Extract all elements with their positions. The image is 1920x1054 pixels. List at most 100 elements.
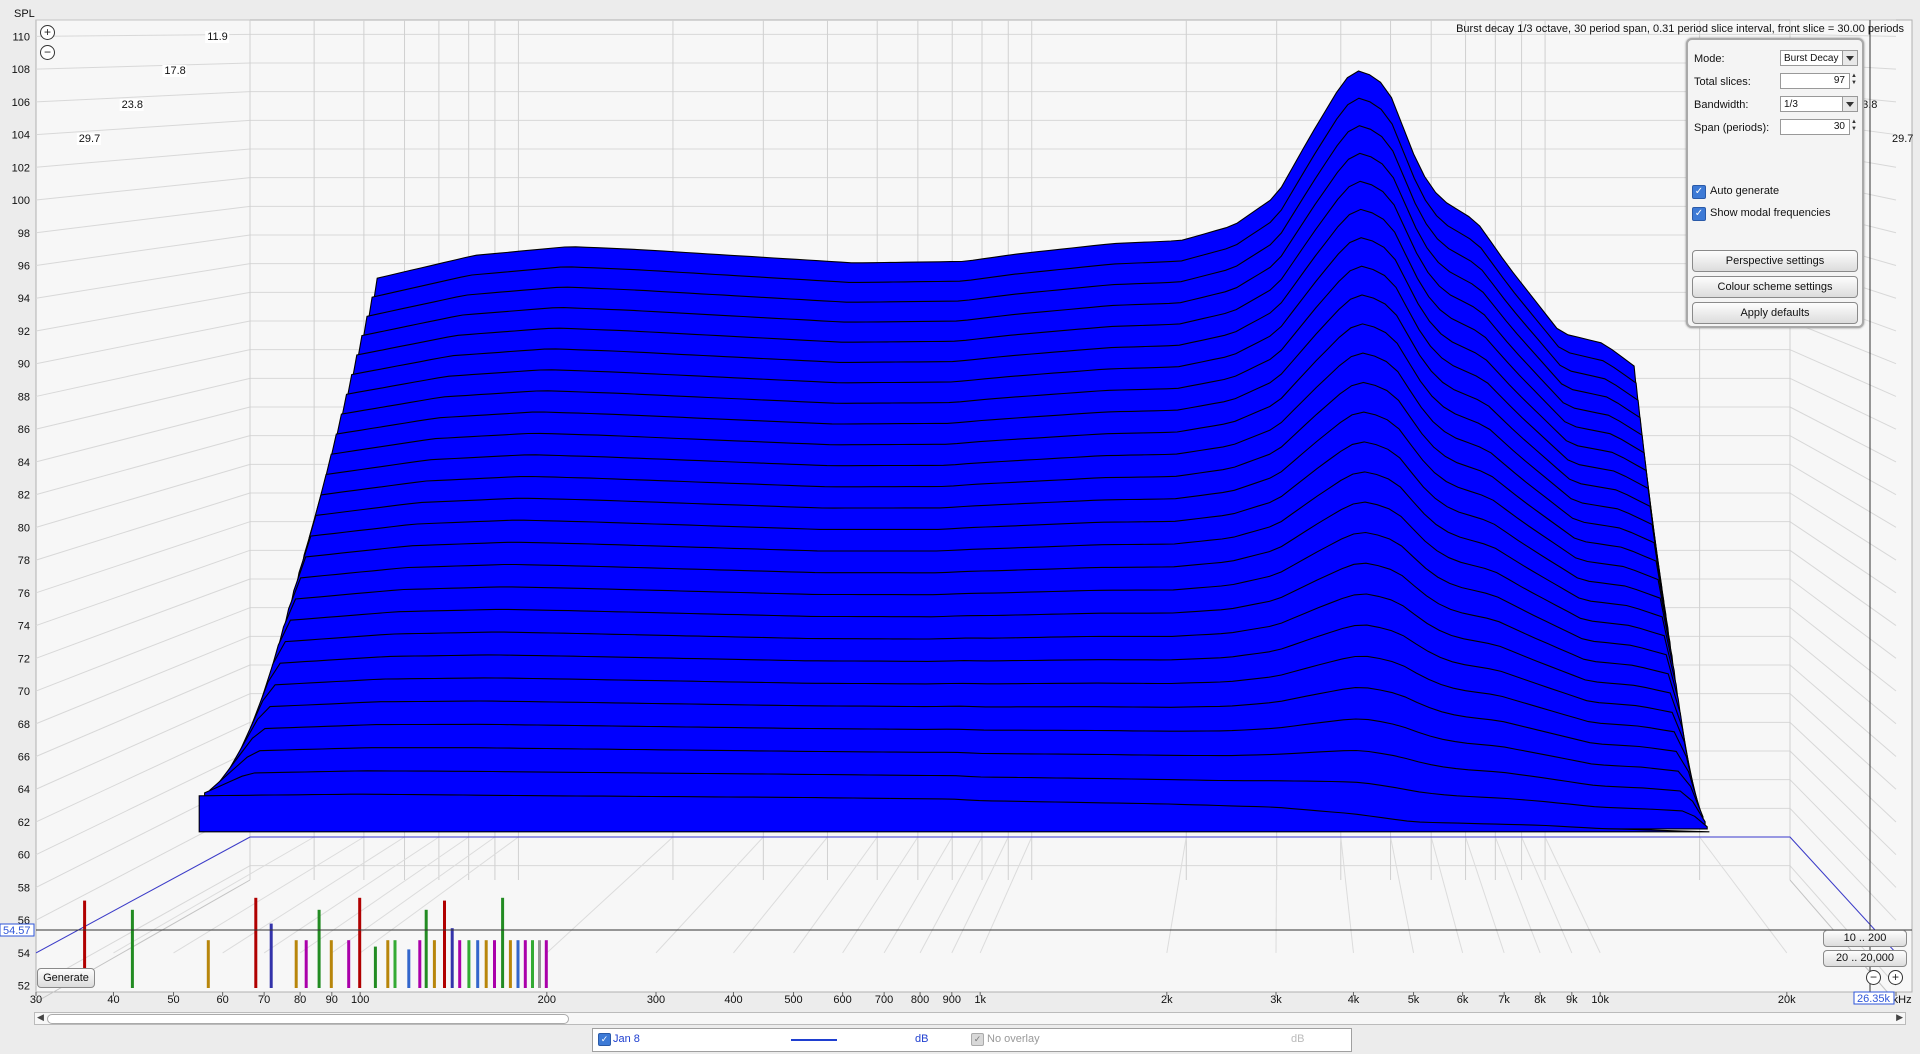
chevron-down-icon[interactable] — [1842, 51, 1857, 65]
x-tick-label: 10k — [1591, 994, 1609, 1006]
checkmark-icon[interactable]: ✓ — [1692, 207, 1706, 221]
y-tick-label: 76 — [18, 588, 30, 600]
x-tick-label: 70 — [258, 994, 270, 1006]
zoom-out-icon[interactable]: − — [40, 45, 55, 60]
y-tick-label: 102 — [12, 162, 30, 174]
modal-frequency-bar — [358, 897, 362, 988]
y-tick-label: 104 — [12, 130, 30, 142]
scrollbar-thumb[interactable] — [47, 1014, 569, 1024]
x-tick-label: 40 — [107, 994, 119, 1006]
apply-defaults-button[interactable]: Apply defaults — [1692, 302, 1858, 324]
bandwidth-label: Bandwidth: — [1694, 99, 1749, 111]
span-value[interactable]: 30 — [1780, 119, 1850, 135]
generate-button[interactable]: Generate — [37, 968, 95, 988]
modal-frequency-bar — [393, 940, 397, 988]
range-20-20000-button[interactable]: 20 .. 20,000 — [1823, 950, 1907, 967]
span-row: Span (periods): 30 ▲ ▼ — [1692, 119, 1858, 137]
slices-row: Total slices: 97 ▲ ▼ — [1692, 73, 1858, 91]
modal-frequency-bar — [531, 940, 534, 988]
span-label: Span (periods): — [1694, 122, 1770, 134]
y-tick-label: 108 — [12, 64, 30, 76]
y-tick-label: 90 — [18, 359, 30, 371]
freq-zoom-in-icon[interactable]: + — [1888, 970, 1903, 985]
modal-frequency-bar — [443, 900, 446, 988]
modal-frequency-bar — [130, 909, 134, 988]
bandwidth-row: Bandwidth: 1/3 — [1692, 96, 1858, 114]
zoom-in-icon[interactable]: + — [40, 25, 55, 40]
cursor-freq-readout: 26.35k — [1857, 993, 1891, 1005]
slices-stepper[interactable]: 97 ▲ ▼ — [1780, 73, 1858, 89]
chevron-down-icon[interactable] — [1842, 97, 1857, 111]
y-axis-title: SPL — [14, 8, 35, 20]
modal-frequency-bar — [206, 940, 210, 988]
x-tick-label: 500 — [784, 994, 802, 1006]
legend-bar: ✓ Jan 8 dB ✓ No overlay dB — [592, 1028, 1352, 1052]
scroll-right-icon[interactable]: ▶ — [1896, 1012, 1903, 1023]
modal-frequency-bar — [538, 940, 541, 988]
x-tick-label: 90 — [326, 994, 338, 1006]
bandwidth-select[interactable]: 1/3 — [1780, 96, 1858, 112]
modal-frequency-bar — [432, 940, 436, 988]
modal-frequency-bar — [523, 940, 527, 988]
series-checkbox[interactable]: ✓ — [598, 1033, 611, 1046]
x-tick-label: 4k — [1348, 994, 1360, 1006]
bandwidth-value: 1/3 — [1784, 99, 1798, 110]
x-tick-label: 7k — [1498, 994, 1510, 1006]
modal-frequency-bar — [254, 897, 258, 988]
modal-frequency-bar — [544, 940, 548, 988]
x-tick-label: 20k — [1778, 994, 1796, 1006]
colour-scheme-button[interactable]: Colour scheme settings — [1692, 276, 1858, 298]
depth-label-left: 17.8 — [164, 65, 185, 77]
mode-value: Burst Decay — [1784, 53, 1839, 64]
y-tick-label: 64 — [18, 784, 30, 796]
y-tick-label: 98 — [18, 228, 30, 240]
stepper-arrows-icon[interactable]: ▲ ▼ — [1850, 119, 1858, 135]
checkmark-icon[interactable]: ✓ — [1692, 185, 1706, 199]
cursor-spl-readout: 54.57 — [3, 925, 31, 937]
y-tick-label: 54 — [18, 948, 30, 960]
freq-zoom-out-icon[interactable]: − — [1866, 970, 1881, 985]
overlay-unit: dB — [1291, 1033, 1305, 1045]
y-tick-label: 60 — [18, 850, 30, 862]
y-tick-label: 72 — [18, 653, 30, 665]
modal-frequency-bar — [294, 940, 298, 988]
y-tick-label: 106 — [12, 97, 30, 109]
y-tick-label: 100 — [12, 195, 30, 207]
y-tick-label: 84 — [18, 457, 30, 469]
x-tick-label: 60 — [216, 994, 228, 1006]
scroll-left-icon[interactable]: ◀ — [37, 1012, 44, 1023]
y-tick-label: 94 — [18, 293, 30, 305]
series-name[interactable]: Jan 8 — [613, 1033, 640, 1045]
chart-title: Burst decay 1/3 octave, 30 period span, … — [1456, 23, 1904, 35]
floor-grid-line — [1275, 836, 1278, 953]
mode-select[interactable]: Burst Decay — [1780, 50, 1858, 66]
overlay-checkbox[interactable]: ✓ — [971, 1033, 984, 1046]
modal-frequency-bar — [501, 897, 505, 988]
y-tick-label: 92 — [18, 326, 30, 338]
modal-frequency-bar — [476, 940, 480, 988]
range-10-200-button[interactable]: 10 .. 200 — [1823, 930, 1907, 947]
modal-frequency-bar — [508, 940, 512, 988]
slices-value[interactable]: 97 — [1780, 73, 1850, 89]
modal-frequency-bar — [493, 940, 496, 988]
modal-frequency-bar — [450, 928, 454, 988]
modal-frequency-bar — [467, 940, 471, 988]
y-tick-label: 88 — [18, 391, 30, 403]
span-stepper[interactable]: 30 ▲ ▼ — [1780, 119, 1858, 135]
x-tick-label: 50 — [167, 994, 179, 1006]
waterfall-plot[interactable]: 110 108 106 104 102 100 98 96 94 92 90 88 86 84 82 80 78… — [0, 0, 1920, 1054]
modal-frequency-bar — [317, 909, 321, 988]
depth-label-left: 23.8 — [122, 99, 143, 111]
x-tick-label: 600 — [833, 994, 851, 1006]
y-tick-label: 70 — [18, 686, 30, 698]
x-tick-label: 3k — [1270, 994, 1282, 1006]
mode-row: Mode: Burst Decay — [1692, 50, 1858, 68]
stepper-arrows-icon[interactable]: ▲ ▼ — [1850, 73, 1858, 89]
perspective-settings-button[interactable]: Perspective settings — [1692, 250, 1858, 272]
horizontal-scrollbar[interactable]: ◀ ▶ — [34, 1012, 1906, 1025]
y-tick-label: 66 — [18, 752, 30, 764]
modal-frequency-bar — [418, 940, 422, 988]
y-tick-label: 52 — [18, 981, 30, 993]
settings-panel: Mode: Burst Decay Total slices: 97 ▲ ▼ Ban… — [1686, 38, 1864, 328]
slices-label: Total slices: — [1694, 76, 1751, 88]
